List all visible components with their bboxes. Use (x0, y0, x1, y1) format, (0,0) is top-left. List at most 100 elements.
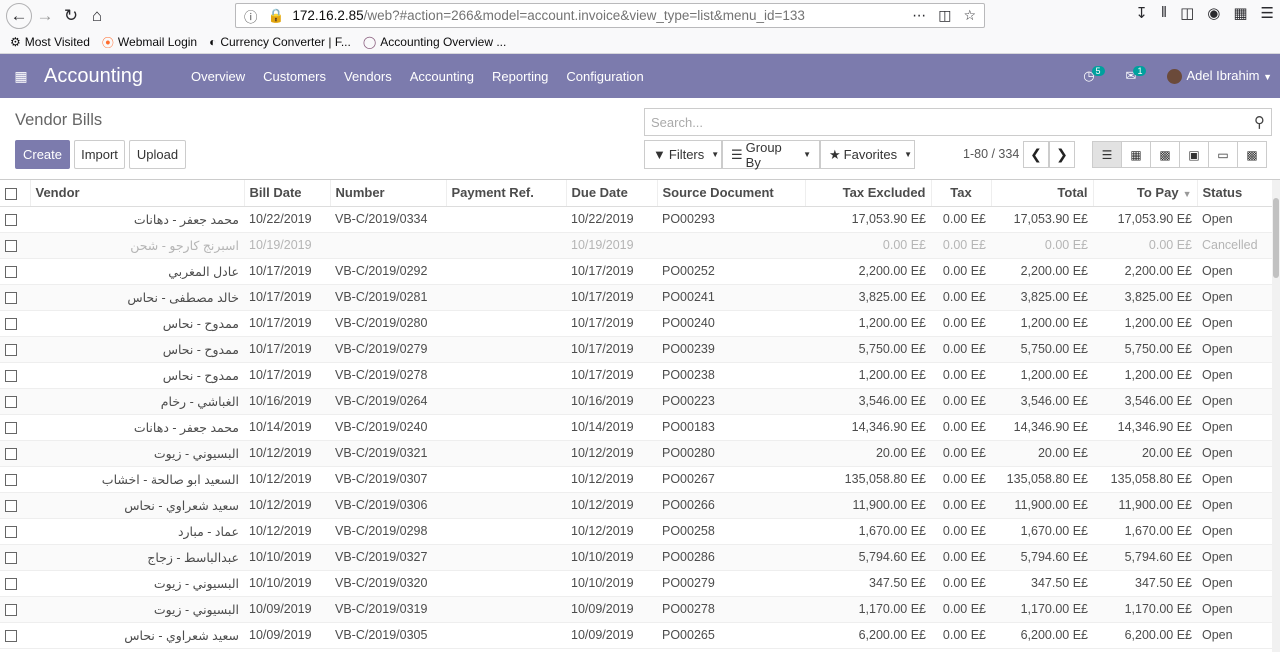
graph-view-icon[interactable]: ▭ (1208, 141, 1238, 168)
row-checkbox[interactable] (0, 206, 30, 233)
pager-previous-button[interactable]: ❮ (1023, 141, 1049, 168)
table-row[interactable]: ممدوح - نحاس 10/17/2019 VB-C/2019/0279 10/1… (0, 336, 1272, 363)
col-tax[interactable]: Tax (931, 180, 992, 207)
table-row[interactable]: اسبرنج كارجو - شحن 10/19/2019 10/19/2019 0.… (0, 232, 1272, 259)
col-to-pay[interactable]: To Pay ▼ (1093, 180, 1198, 207)
download-icon[interactable]: ↧ (1135, 4, 1148, 22)
app-brand[interactable]: Accounting (44, 65, 143, 88)
groupby-button[interactable]: ☰ Group By ▼ (722, 140, 820, 170)
row-checkbox[interactable] (0, 544, 30, 571)
row-checkbox[interactable] (0, 622, 30, 649)
account-icon[interactable]: ◉ (1207, 4, 1220, 22)
row-checkbox[interactable] (0, 492, 30, 519)
col-number[interactable]: Number (330, 180, 447, 207)
library-icon[interactable]: ‖ (1161, 4, 1167, 22)
filters-button[interactable]: ▼ Filters ▼ (644, 140, 722, 169)
create-button[interactable]: Create (15, 140, 70, 169)
cell-total: 1,200.00 E£ (991, 362, 1093, 389)
row-checkbox[interactable] (0, 388, 30, 415)
col-source-document[interactable]: Source Document (657, 180, 806, 207)
table-row[interactable]: الغباشي - رخام 10/16/2019 VB-C/2019/0264 10… (0, 388, 1272, 415)
table-row[interactable]: عبدالباسط - زجاج 10/10/2019 VB-C/2019/0327… (0, 544, 1272, 571)
user-menu[interactable]: Adel Ibrahim ▼ (1167, 68, 1272, 85)
scroll-thumb[interactable] (1273, 198, 1279, 278)
table-row[interactable]: سعيد شعراوي - نحاس 10/12/2019 VB-C/2019/03… (0, 492, 1272, 519)
upload-button[interactable]: Upload (129, 140, 186, 169)
col-due-date[interactable]: Due Date (566, 180, 658, 207)
pager-next-button[interactable]: ❯ (1049, 141, 1075, 168)
pivot-view-icon[interactable]: ▣ (1179, 141, 1209, 168)
table-row[interactable]: البسيوني - زيوت 10/10/2019 VB-C/2019/0320 1… (0, 570, 1272, 597)
col-payment-ref[interactable]: Payment Ref. (446, 180, 567, 207)
col-total[interactable]: Total (991, 180, 1094, 207)
messages-button[interactable]: ✉1 (1126, 66, 1150, 84)
table-row[interactable]: السعيد ابو صالحة - اخشاب 10/12/2019 VB-C/2… (0, 466, 1272, 493)
sidebar-icon[interactable]: ◫ (1180, 4, 1194, 22)
table-row[interactable]: عادل المغربي 10/17/2019 VB-C/2019/0292 10/1… (0, 258, 1272, 285)
reload-icon[interactable]: ↻ (58, 3, 84, 29)
import-button[interactable]: Import (74, 140, 125, 169)
bookmark-most-visited[interactable]: ⚙ Most Visited (10, 35, 90, 49)
row-checkbox[interactable] (0, 414, 30, 441)
list-view-icon[interactable]: ☰ (1092, 141, 1122, 168)
kanban-view-icon[interactable]: ▦ (1121, 141, 1151, 168)
table-row[interactable]: البسيوني - زيوت 10/09/2019 VB-C/2019/0319 1… (0, 596, 1272, 623)
table-row[interactable]: خالد مصطفى - نحاس 10/17/2019 VB-C/2019/028… (0, 284, 1272, 311)
row-checkbox[interactable] (0, 570, 30, 597)
activity-button[interactable]: ◷5 (1083, 66, 1107, 84)
row-checkbox[interactable] (0, 232, 30, 259)
table-row[interactable]: محمد جعفر - دهانات 10/22/2019 VB-C/2019/03… (0, 206, 1272, 233)
calendar-view-icon[interactable]: ▩ (1150, 141, 1180, 168)
col-vendor[interactable]: Vendor (30, 180, 245, 207)
table-row[interactable]: ممدوح - نحاس 10/17/2019 VB-C/2019/0280 10/1… (0, 310, 1272, 337)
menu-overview[interactable]: Overview (191, 69, 245, 84)
page-actions-icon[interactable]: ⋯ (912, 7, 926, 24)
bookmark-webmail[interactable]: ⦿ Webmail Login (102, 34, 197, 51)
home-icon[interactable]: ⌂ (84, 3, 110, 29)
forward-arrow-icon[interactable]: → (32, 3, 58, 29)
col-status[interactable]: Status (1197, 180, 1272, 207)
bookmark-currency[interactable]: ◐ Currency Converter | F... (209, 35, 351, 49)
table-row[interactable]: محمد جعفر - دهانات 10/14/2019 VB-C/2019/02… (0, 414, 1272, 441)
row-checkbox[interactable] (0, 466, 30, 493)
menu-customers[interactable]: Customers (263, 69, 326, 84)
search-icon[interactable]: ⚲ (1254, 113, 1265, 131)
row-checkbox[interactable] (0, 596, 30, 623)
menu-accounting[interactable]: Accounting (410, 69, 474, 84)
activity-view-icon[interactable]: ▩ (1237, 141, 1267, 168)
search-input[interactable]: Search... ⚲ (644, 108, 1272, 136)
table-row[interactable]: ممدوح - نحاس 10/17/2019 VB-C/2019/0278 10/1… (0, 362, 1272, 389)
select-all-checkbox[interactable] (0, 180, 31, 207)
cell-to-pay: 14,346.90 E£ (1093, 414, 1197, 441)
menu-icon[interactable]: ☰ (1261, 4, 1274, 22)
row-checkbox[interactable] (0, 310, 30, 337)
insecure-lock-icon[interactable]: 🔒 (268, 8, 285, 24)
bookmark-star-icon[interactable]: ☆ (963, 7, 976, 24)
url-bar[interactable]: ⓘ 🔒 172.16.2.85 /web?#action=266&model=a… (235, 3, 985, 28)
table-row[interactable]: عماد - مبارد 10/12/2019 VB-C/2019/0298 10/1… (0, 518, 1272, 545)
col-bill-date[interactable]: Bill Date (244, 180, 331, 207)
table-row[interactable]: البسيوني - زيوت 10/12/2019 VB-C/2019/0321 1… (0, 440, 1272, 467)
extension-icon[interactable]: ▦ (1233, 4, 1247, 22)
cell-number: VB-C/2019/0298 (330, 518, 446, 545)
favorites-button[interactable]: ★ Favorites ▼ (820, 140, 915, 169)
site-info-icon[interactable]: ⓘ (244, 6, 258, 26)
pager-value[interactable]: 1-80 / 334 (963, 147, 1019, 161)
col-tax-excluded[interactable]: Tax Excluded (805, 180, 932, 207)
row-checkbox[interactable] (0, 284, 30, 311)
cell-vendor: عبدالباسط - زجاج (30, 544, 244, 571)
row-checkbox[interactable] (0, 518, 30, 545)
menu-reporting[interactable]: Reporting (492, 69, 548, 84)
pocket-icon[interactable]: ◫ (938, 7, 951, 24)
row-checkbox[interactable] (0, 362, 30, 389)
menu-configuration[interactable]: Configuration (566, 69, 643, 84)
menu-vendors[interactable]: Vendors (344, 69, 392, 84)
bookmark-accounting[interactable]: ◯ Accounting Overview ... (363, 35, 507, 49)
table-row[interactable]: سعيد شعراوي - نحاس 10/09/2019 VB-C/2019/03… (0, 622, 1272, 649)
table-scrollbar[interactable] (1272, 180, 1280, 652)
row-checkbox[interactable] (0, 440, 30, 467)
back-arrow-icon[interactable]: ← (6, 2, 32, 29)
row-checkbox[interactable] (0, 258, 30, 285)
row-checkbox[interactable] (0, 336, 30, 363)
apps-grid-icon[interactable]: ▦ (6, 68, 36, 85)
